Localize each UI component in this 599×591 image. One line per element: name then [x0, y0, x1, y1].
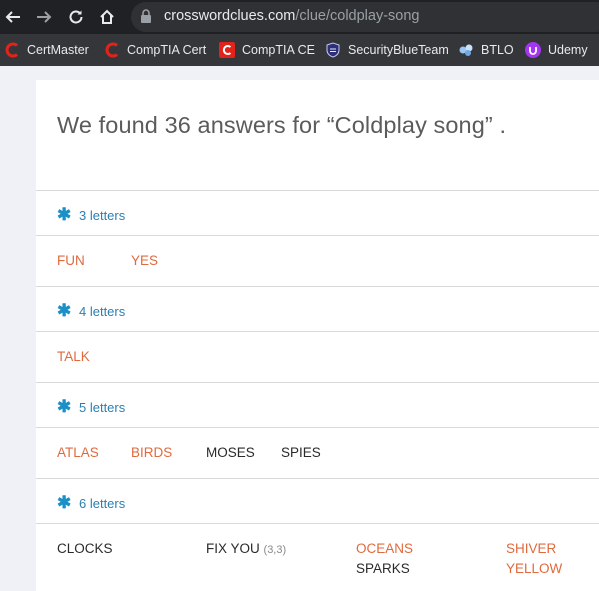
- bookmark-label: SecurityBlueTeam: [348, 43, 449, 57]
- divider: [36, 190, 599, 191]
- btlo-icon: [458, 42, 474, 58]
- group-header-5-letters[interactable]: ✱ 5 letters: [57, 397, 125, 417]
- bookmark-label: Udemy: [548, 43, 588, 57]
- bookmark-certmaster[interactable]: CertMaster: [4, 34, 89, 66]
- answer-link[interactable]: YELLOW: [506, 561, 562, 576]
- divider: [36, 286, 599, 287]
- answer-enumeration: (3,3): [263, 544, 287, 556]
- forward-arrow-icon[interactable]: [32, 5, 56, 29]
- reload-icon[interactable]: [64, 5, 88, 29]
- shield-icon: [325, 42, 341, 58]
- page-title: We found 36 answers for “Coldplay song” …: [57, 112, 507, 138]
- comptia-icon: [104, 42, 120, 58]
- url-text[interactable]: crosswordclues.com/clue/coldplay-song: [164, 8, 419, 24]
- answer-link[interactable]: OCEANS: [356, 541, 413, 556]
- answer-link[interactable]: ATLAS: [57, 445, 99, 460]
- url-path: /clue/coldplay-song: [295, 8, 420, 24]
- group-label: 4 letters: [79, 303, 126, 319]
- asterisk-icon: ✱: [57, 301, 72, 320]
- bookmark-btlo[interactable]: BTLO: [458, 34, 514, 66]
- answer-text: SPARKS: [356, 561, 410, 576]
- asterisk-icon: ✱: [57, 205, 72, 224]
- divider: [36, 427, 599, 428]
- group-label: 5 letters: [79, 399, 126, 415]
- divider: [36, 382, 599, 383]
- certmaster-icon: [4, 42, 20, 58]
- asterisk-icon: ✱: [57, 493, 72, 512]
- bookmark-label: CertMaster: [27, 43, 89, 57]
- divider: [36, 235, 599, 236]
- bookmark-label: CompTIA Cert: [127, 43, 207, 57]
- group-header-4-letters[interactable]: ✱ 4 letters: [57, 301, 125, 321]
- divider: [36, 478, 599, 479]
- bookmark-label: CompTIA CE: [242, 43, 315, 57]
- group-label: 6 letters: [79, 495, 126, 511]
- content-panel: [36, 80, 599, 591]
- answer-link[interactable]: BIRDS: [131, 445, 172, 460]
- group-header-6-letters[interactable]: ✱ 6 letters: [57, 493, 125, 513]
- back-arrow-icon[interactable]: [1, 5, 25, 29]
- answer-link[interactable]: FUN: [57, 253, 85, 268]
- answer-text: CLOCKS: [57, 541, 113, 556]
- answer-word: FIX YOU: [206, 541, 260, 556]
- answer-link[interactable]: SHIVER: [506, 541, 556, 556]
- home-icon[interactable]: [95, 5, 119, 29]
- answer-link[interactable]: YES: [131, 253, 158, 268]
- divider: [36, 523, 599, 524]
- lock-icon[interactable]: [140, 8, 152, 29]
- bookmark-comptia-cert[interactable]: CompTIA Cert: [104, 34, 206, 66]
- answer-text: MOSES: [206, 445, 255, 460]
- bookmark-udemy[interactable]: Udemy: [525, 34, 588, 66]
- bookmark-label: BTLO: [481, 43, 514, 57]
- answer-link[interactable]: TALK: [57, 349, 90, 364]
- answer-text: SPIES: [281, 445, 321, 460]
- url-host: crosswordclues.com: [164, 8, 296, 24]
- answer-text: FIX YOU (3,3): [206, 541, 286, 556]
- group-header-3-letters[interactable]: ✱ 3 letters: [57, 205, 125, 225]
- comptia-ce-icon: [219, 42, 235, 58]
- divider: [36, 331, 599, 332]
- group-label: 3 letters: [79, 207, 126, 223]
- udemy-icon: [525, 42, 541, 58]
- bookmark-securityblueteam[interactable]: SecurityBlueTeam: [325, 34, 449, 66]
- bookmark-comptia-ce[interactable]: CompTIA CE: [219, 34, 315, 66]
- asterisk-icon: ✱: [57, 397, 72, 416]
